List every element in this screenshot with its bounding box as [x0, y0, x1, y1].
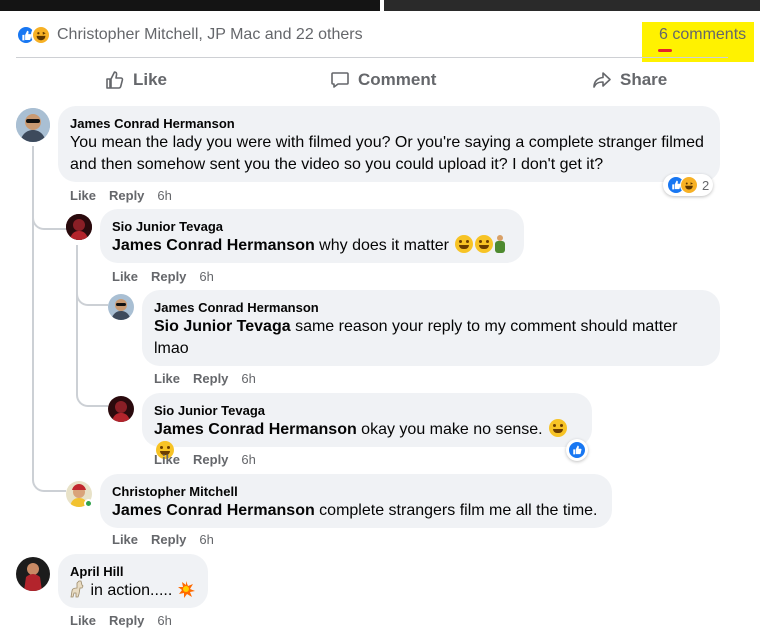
comment-author[interactable]: Sio Junior Tevaga [112, 218, 512, 235]
comment-button[interactable]: Comment [330, 66, 436, 94]
share-arrow-icon [593, 72, 611, 88]
comment-text: James Conrad Hermanson complete stranger… [112, 500, 600, 522]
mention-link[interactable]: James Conrad Hermanson [112, 237, 315, 254]
divider [16, 57, 728, 58]
comment-label: Comment [358, 70, 437, 89]
comment-meta: Like Reply 6h [112, 269, 214, 284]
comment-reactions-badge[interactable] [566, 439, 588, 461]
thread-line [76, 245, 78, 375]
like-link[interactable]: Like [112, 532, 138, 547]
reply-link[interactable]: Reply [193, 371, 228, 386]
comment-bubble: James Conrad Hermanson Sio Junior Tevaga… [142, 290, 720, 366]
thread-line [32, 146, 34, 476]
haha-reaction-icon [31, 25, 51, 45]
comment-body-text: in action..... [90, 582, 173, 599]
comment-body-text: complete strangers film me all the time. [314, 502, 598, 519]
comment-meta: Like Reply 6h [70, 188, 172, 203]
comment-body-text: okay you make no sense. [356, 421, 543, 438]
reply-link[interactable]: Reply [193, 452, 228, 467]
like-link[interactable]: Like [112, 269, 138, 284]
reply-link[interactable]: Reply [151, 269, 186, 284]
comment-bubble: April Hill in action..... [58, 554, 208, 608]
mention-link[interactable]: Sio Junior Tevaga [154, 318, 291, 335]
avatar[interactable] [108, 294, 134, 320]
laughing-emoji-icon [455, 235, 474, 253]
timestamp[interactable]: 6h [157, 188, 171, 203]
like-reaction-icon [568, 441, 586, 459]
share-label: Share [620, 70, 668, 89]
like-link[interactable]: Like [154, 371, 180, 386]
timestamp[interactable]: 6h [199, 269, 213, 284]
comment-author[interactable]: April Hill [70, 563, 196, 580]
comment-author[interactable]: James Conrad Hermanson [70, 115, 708, 132]
share-button[interactable]: Share [592, 66, 667, 94]
comment-meta: Like Reply 6h [70, 613, 172, 628]
timestamp[interactable]: 6h [199, 532, 213, 547]
timestamp[interactable]: 6h [157, 613, 171, 628]
reactors-text[interactable]: Christopher Mitchell, JP Mac and 22 othe… [57, 26, 363, 44]
thread-connector [76, 290, 108, 306]
online-status-dot [84, 499, 93, 508]
comment-bubble: James Conrad Hermanson You mean the lady… [58, 106, 720, 182]
comment-bubble: Christopher Mitchell James Conrad Herman… [100, 474, 612, 528]
laughing-emoji-icon [549, 419, 568, 437]
comment-icon [331, 72, 349, 88]
comments-count-link[interactable]: 6 comments [659, 26, 746, 44]
comment-bubble: Sio Junior Tevaga James Conrad Hermanson… [100, 209, 524, 263]
like-button[interactable]: Like [105, 66, 167, 94]
comment-text: Sio Junior Tevaga same reason your reply… [154, 316, 708, 360]
comment-text: You mean the lady you were with filmed y… [70, 134, 704, 173]
reply-link[interactable]: Reply [109, 613, 144, 628]
mention-link[interactable]: James Conrad Hermanson [112, 502, 315, 519]
avatar[interactable] [66, 214, 92, 240]
comment-author[interactable]: Sio Junior Tevaga [154, 402, 580, 419]
thread-connector [32, 216, 66, 230]
laughing-emoji-icon [475, 235, 494, 253]
comment-text: James Conrad Hermanson why does it matte… [112, 235, 512, 257]
comment-body-text: why does it matter [314, 237, 450, 254]
comment-meta: Like Reply 6h [154, 371, 256, 386]
llama-emoji-icon [70, 580, 84, 598]
like-link[interactable]: Like [70, 613, 96, 628]
comments-count-highlight[interactable]: 6 comments [642, 22, 754, 62]
comment-bubble: Sio Junior Tevaga James Conrad Hermanson… [142, 393, 592, 459]
avatar[interactable] [16, 557, 50, 591]
video-thumbnail-left [0, 0, 380, 11]
thumbs-up-icon [106, 71, 124, 89]
reply-link[interactable]: Reply [109, 188, 144, 203]
comment-reactions-badge[interactable]: 2 [663, 174, 714, 196]
like-link[interactable]: Like [70, 188, 96, 203]
thread-connector [32, 476, 66, 492]
timestamp[interactable]: 6h [241, 371, 255, 386]
video-thumbnail-right [384, 0, 760, 11]
avatar[interactable] [66, 481, 93, 508]
comment-author[interactable]: Christopher Mitchell [112, 483, 600, 500]
avatar[interactable] [16, 108, 50, 142]
haha-reaction-icon [680, 176, 698, 194]
reply-link[interactable]: Reply [151, 532, 186, 547]
thread-connector [76, 375, 108, 407]
comment-meta: Like Reply 6h [154, 452, 256, 467]
reactions-summary[interactable]: Christopher Mitchell, JP Mac and 22 othe… [16, 22, 363, 48]
collision-emoji-icon [177, 581, 195, 598]
person-emoji-icon [494, 235, 506, 253]
like-link[interactable]: Like [154, 452, 180, 467]
mention-link[interactable]: James Conrad Hermanson [154, 421, 357, 438]
comment-text: in action..... [70, 580, 196, 602]
like-label: Like [133, 70, 168, 89]
video-thumbnail-strip [0, 0, 760, 11]
timestamp[interactable]: 6h [241, 452, 255, 467]
annotation-underline [658, 49, 672, 52]
reaction-count: 2 [702, 177, 710, 193]
comment-meta: Like Reply 6h [112, 532, 214, 547]
avatar[interactable] [108, 396, 134, 422]
comment-author[interactable]: James Conrad Hermanson [154, 299, 708, 316]
